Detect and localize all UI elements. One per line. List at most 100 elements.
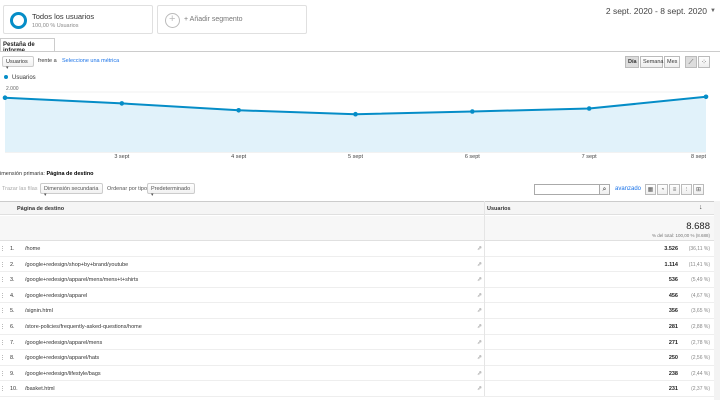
row-page-link[interactable]: /google+redesign/apparel/hats	[25, 355, 99, 361]
row-page-link[interactable]: /store-policies/frequently-asked-questio…	[25, 324, 142, 330]
table-row[interactable]: 8. /google+redesign/apparel/hats ⇗ 250 (2,56…	[0, 350, 714, 366]
date-range-picker[interactable]: 2 sept. 2020 - 8 sept. 2020	[606, 6, 707, 16]
row-number: 4.	[10, 292, 15, 299]
row-users-value: 1.114	[664, 261, 678, 268]
primary-dimension-label: imensión primaria:	[0, 171, 45, 177]
chevron-down-icon[interactable]: ▼	[710, 8, 716, 14]
external-link-icon[interactable]: ⇗	[477, 307, 482, 314]
add-segment-label: + Añadir segmento	[184, 16, 243, 23]
table-row[interactable]: 7. /google+redesign/apparel/mens ⇗ 271 (2,78…	[0, 335, 714, 351]
external-link-icon[interactable]: ⇗	[477, 261, 482, 268]
row-users-percent: (2,37 %)	[691, 386, 710, 393]
table-search-input[interactable]	[534, 184, 600, 195]
sort-arrow-icon[interactable]: ↓	[699, 204, 703, 211]
x-tick-label: 7 sept	[582, 154, 597, 160]
row-checkbox[interactable]	[2, 339, 5, 345]
granularity-day-button[interactable]: Día	[625, 56, 639, 68]
table-view-icon[interactable]: ▦	[645, 184, 656, 195]
advanced-filter-link[interactable]: avanzado	[615, 186, 641, 192]
data-point	[119, 101, 125, 106]
external-link-icon[interactable]: ⇗	[477, 385, 482, 392]
row-page-link[interactable]: /basket.html	[25, 386, 55, 392]
granularity-month-button[interactable]: Mes	[664, 56, 680, 68]
tab-divider	[0, 51, 720, 52]
segment-title: Todos los usuarios	[32, 12, 95, 21]
users-area	[5, 96, 706, 152]
row-page-link[interactable]: /google+redesign/apparel/mens	[25, 340, 102, 346]
row-number: 10.	[10, 386, 18, 393]
total-users: 8.688	[686, 221, 710, 232]
vs-label: frente a	[38, 58, 57, 64]
pivot-view-icon[interactable]: ⊞	[693, 184, 704, 195]
external-link-icon[interactable]: ⇗	[477, 276, 482, 283]
row-users-value: 281	[668, 324, 678, 330]
row-checkbox[interactable]	[2, 355, 5, 361]
row-users-percent: (2,44 %)	[691, 370, 710, 377]
row-page-link[interactable]: /google+redesign/shop+by+brand/youtube	[25, 262, 128, 268]
sort-type-select[interactable]: Predeterminado	[147, 183, 195, 194]
column-header-page[interactable]: Página de destino	[17, 206, 64, 212]
column-header-users[interactable]: Usuarios	[487, 206, 511, 212]
total-users-sub: % del total: 100,00 % (8.688)	[651, 233, 710, 238]
row-number: 6.	[10, 324, 15, 330]
row-checkbox[interactable]	[2, 277, 5, 283]
table-row[interactable]: 4. /google+redesign/apparel ⇗ 456 (4,67 %)	[0, 288, 714, 304]
external-link-icon[interactable]: ⇗	[477, 292, 482, 299]
sort-type-label: Ordenar por tipo:	[107, 186, 149, 192]
secondary-dimension-select[interactable]: Dimensión secundaria	[40, 183, 103, 194]
add-segment-button[interactable]: + Añadir segmento	[157, 5, 307, 34]
tab-report[interactable]: Pestaña de informe	[0, 38, 55, 54]
line-chart-icon[interactable]: ⟋	[685, 56, 697, 68]
row-users-value: 271	[668, 339, 678, 346]
comparison-view-icon[interactable]: ⫶	[681, 184, 692, 195]
plot-rows-button[interactable]: Trazar las filas	[2, 186, 38, 192]
table-row[interactable]: 2. /google+redesign/shop+by+brand/youtube…	[0, 257, 714, 273]
row-checkbox[interactable]	[2, 324, 5, 329]
add-circle-icon	[165, 13, 180, 28]
metric-select[interactable]: Usuarios	[2, 56, 34, 67]
granularity-week-button[interactable]: Semana	[640, 56, 664, 68]
row-checkbox[interactable]	[2, 261, 5, 267]
segment-all-users[interactable]: Todos los usuarios 100,00 % Usuarios	[3, 5, 153, 34]
table-row[interactable]: 10. /basket.html ⇗ 231 (2,37 %)	[0, 381, 714, 397]
external-link-icon[interactable]: ⇗	[477, 339, 482, 346]
search-icon[interactable]: ⌕	[599, 184, 610, 195]
table-header: Página de destino Usuarios ↓	[0, 201, 714, 215]
table-row[interactable]: 1. /home ⇗ 3.526 (36,11 %)	[0, 241, 714, 257]
row-number: 8.	[10, 355, 15, 362]
row-checkbox[interactable]	[2, 370, 5, 376]
row-page-link[interactable]: /google+redesign/apparel/mens/mens+t+shi…	[25, 277, 138, 283]
row-page-link[interactable]: /signin.html	[25, 308, 53, 314]
data-point	[2, 95, 8, 100]
primary-dimension-value[interactable]: Página de destino	[46, 171, 93, 177]
scrollbar[interactable]	[714, 201, 720, 400]
table-row[interactable]: 6. /store-policies/frequently-asked-quest…	[0, 319, 714, 335]
external-link-icon[interactable]: ⇗	[477, 245, 482, 252]
row-checkbox[interactable]	[2, 246, 5, 251]
legend-dot	[4, 75, 8, 80]
data-point	[586, 106, 592, 111]
x-tick-label: 4 sept	[231, 154, 246, 160]
row-users-percent: (2,78 %)	[691, 339, 710, 346]
motion-chart-icon[interactable]: ⁘	[698, 56, 710, 68]
row-users-value: 250	[668, 355, 678, 362]
summary-row-left	[0, 216, 485, 241]
table-row[interactable]: 3. /google+redesign/apparel/mens/mens+t+s…	[0, 272, 714, 288]
table-row[interactable]: 9. /google+redesign/lifestyle/bags ⇗ 238 (2,…	[0, 366, 714, 382]
row-page-link[interactable]: /home	[25, 246, 40, 252]
external-link-icon[interactable]: ⇗	[477, 370, 482, 377]
row-page-link[interactable]: /google+redesign/apparel	[25, 293, 87, 299]
secondary-dimension-label: Dimensión secundaria	[44, 186, 99, 192]
performance-view-icon[interactable]: ≡	[669, 184, 680, 195]
row-checkbox[interactable]	[2, 308, 5, 314]
select-metric-link[interactable]: Seleccione una métrica	[62, 58, 119, 64]
summary-row: 8.688 % del total: 100,00 % (8.688)	[485, 216, 714, 241]
percentage-view-icon[interactable]: ◔	[657, 184, 668, 195]
row-checkbox[interactable]	[2, 292, 5, 298]
external-link-icon[interactable]: ⇗	[477, 354, 482, 361]
segment-circle-icon	[10, 12, 27, 29]
external-link-icon[interactable]: ⇗	[477, 323, 482, 330]
row-page-link[interactable]: /google+redesign/lifestyle/bags	[25, 371, 101, 377]
row-checkbox[interactable]	[2, 386, 5, 392]
table-row[interactable]: 5. /signin.html ⇗ 356 (3,65 %)	[0, 303, 714, 319]
